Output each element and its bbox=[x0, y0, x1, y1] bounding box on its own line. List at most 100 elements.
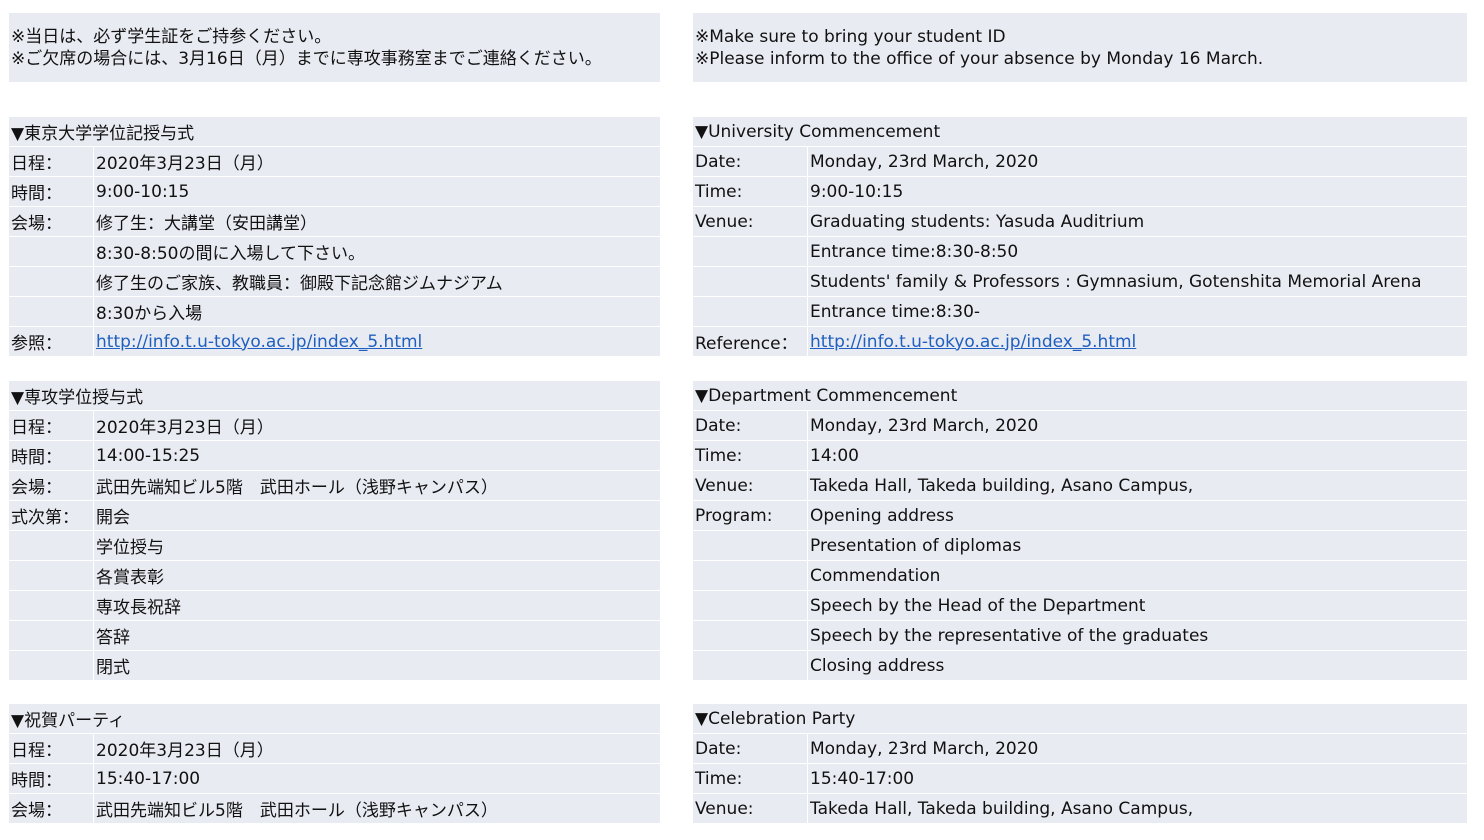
table-row: 日程： 2020年3月23日（月） bbox=[9, 734, 660, 764]
row-label bbox=[9, 531, 94, 560]
section-title: ▼Department Commencement bbox=[693, 381, 1467, 411]
row-label bbox=[693, 651, 808, 680]
reference-link[interactable]: http://info.t.u-tokyo.ac.jp/index_5.html bbox=[808, 332, 1136, 352]
row-label: Venue: bbox=[693, 207, 808, 236]
table-row: 時間： 15:40-17:00 bbox=[9, 764, 660, 794]
section-department: ▼専攻学位授与式 日程： 2020年3月23日（月） 時間： 14:00-15:25 会場… bbox=[9, 381, 660, 681]
row-value: 2020年3月23日（月） bbox=[96, 418, 274, 438]
notice-box: ※Make sure to bring your student ID ※Ple… bbox=[693, 13, 1467, 82]
row-label bbox=[9, 561, 94, 590]
row-label bbox=[693, 237, 808, 266]
row-label: Date: bbox=[693, 147, 808, 176]
row-label: 時間： bbox=[9, 441, 94, 470]
notice-line: ※ご欠席の場合には、3月16日（月）までに専攻事務室までご連絡ください。 bbox=[11, 49, 602, 69]
row-value: 9:00-10:15 bbox=[96, 181, 190, 202]
table-row: 専攻長祝辞 bbox=[9, 591, 660, 621]
table-row: Reference： http://info.t.u-tokyo.ac.jp/in… bbox=[693, 327, 1467, 357]
row-value: Monday, 23rd March, 2020 bbox=[810, 151, 1039, 172]
row-value: 8:30から入場 bbox=[96, 304, 203, 324]
table-row: Venue: Takeda Hall, Takeda building, Asan… bbox=[693, 471, 1467, 501]
row-value: Entrance time:8:30-8:50 bbox=[810, 241, 1019, 262]
row-label: 会場： bbox=[9, 207, 94, 236]
table-row: Time: 15:40-17:00 bbox=[693, 764, 1467, 794]
table-row: 8:30から入場 bbox=[9, 297, 660, 327]
row-label: 会場： bbox=[9, 471, 94, 500]
row-value: Opening address bbox=[810, 505, 954, 526]
table-row: Presentation of diplomas bbox=[693, 531, 1467, 561]
reference-link[interactable]: http://info.t.u-tokyo.ac.jp/index_5.html bbox=[94, 332, 422, 352]
table-row: 参照： http://info.t.u-tokyo.ac.jp/index_5.h… bbox=[9, 327, 660, 357]
row-label bbox=[9, 651, 94, 680]
table-row: Commendation bbox=[693, 561, 1467, 591]
row-label: Time: bbox=[693, 441, 808, 470]
section-department: ▼Department Commencement Date: Monday, 23r… bbox=[693, 381, 1467, 681]
row-value: 修了生：大講堂（安田講堂） bbox=[96, 214, 317, 234]
row-label: Venue: bbox=[693, 794, 808, 823]
row-label: Program: bbox=[693, 501, 808, 530]
row-value: 各賞表彰 bbox=[96, 568, 164, 588]
section-commencement: ▼東京大学学位記授与式 日程： 2020年3月23日（月） 時間： 9:00-10:15… bbox=[9, 117, 660, 357]
row-value: 修了生のご家族、教職員：御殿下記念館ジムナジアム bbox=[96, 274, 503, 294]
table-row: 式次第： 開会 bbox=[9, 501, 660, 531]
table-row: 各賞表彰 bbox=[9, 561, 660, 591]
row-label: Reference： bbox=[693, 327, 808, 356]
row-label bbox=[693, 591, 808, 620]
row-label: 日程： bbox=[9, 411, 94, 440]
row-value: Takeda Hall, Takeda building, Asano Camp… bbox=[810, 475, 1194, 496]
section-title: ▼Celebration Party bbox=[693, 704, 1467, 734]
row-value: 15:40-17:00 bbox=[96, 768, 201, 789]
table-row: Entrance time:8:30- bbox=[693, 297, 1467, 327]
row-label: Date: bbox=[693, 734, 808, 763]
row-value: 2020年3月23日（月） bbox=[96, 154, 274, 174]
table-row: Date: Monday, 23rd March, 2020 bbox=[693, 147, 1467, 177]
row-label: 時間： bbox=[9, 177, 94, 206]
row-value: Monday, 23rd March, 2020 bbox=[810, 738, 1039, 759]
row-label: Time: bbox=[693, 764, 808, 793]
row-label: 日程： bbox=[9, 734, 94, 763]
row-value: 学位授与 bbox=[96, 538, 164, 558]
notice-box: ※当日は、必ず学生証をご持参ください。 ※ご欠席の場合には、3月16日（月）まで… bbox=[9, 13, 660, 82]
row-label bbox=[9, 621, 94, 650]
table-row: 会場： 武田先端知ビル5階 武田ホール（浅野キャンパス） bbox=[9, 794, 660, 824]
table-row: 時間： 9:00-10:15 bbox=[9, 177, 660, 207]
table-row: Students' family & Professors : Gymnasiu… bbox=[693, 267, 1467, 297]
row-label bbox=[9, 237, 94, 266]
table-row: Time: 14:00 bbox=[693, 441, 1467, 471]
section-commencement: ▼University Commencement Date: Monday, 23r… bbox=[693, 117, 1467, 357]
row-value: 14:00-15:25 bbox=[96, 445, 201, 466]
row-value: Closing address bbox=[810, 655, 945, 676]
row-value: Speech by the Head of the Department bbox=[810, 595, 1146, 616]
row-label bbox=[9, 591, 94, 620]
notice-line: ※当日は、必ず学生証をご持参ください。 bbox=[11, 27, 332, 47]
table-row: 日程： 2020年3月23日（月） bbox=[9, 147, 660, 177]
table-row: Venue: Takeda Hall, Takeda building, Asan… bbox=[693, 794, 1467, 824]
row-label: Date: bbox=[693, 411, 808, 440]
table-row: 修了生のご家族、教職員：御殿下記念館ジムナジアム bbox=[9, 267, 660, 297]
section-party: ▼Celebration Party Date: Monday, 23rd Marc… bbox=[693, 704, 1467, 824]
table-row: Date: Monday, 23rd March, 2020 bbox=[693, 734, 1467, 764]
row-value: Students' family & Professors : Gymnasiu… bbox=[810, 271, 1422, 292]
row-value: 開会 bbox=[96, 508, 130, 528]
table-row: Speech by the Head of the Department bbox=[693, 591, 1467, 621]
row-label bbox=[693, 531, 808, 560]
row-value: 15:40-17:00 bbox=[810, 768, 915, 789]
row-label: 時間： bbox=[9, 764, 94, 793]
row-label bbox=[693, 297, 808, 326]
table-row: Venue: Graduating students: Yasuda Auditr… bbox=[693, 207, 1467, 237]
table-row: Time: 9:00-10:15 bbox=[693, 177, 1467, 207]
notice-line: ※Please inform to the office of your abs… bbox=[695, 49, 1264, 69]
row-value: 武田先端知ビル5階 武田ホール（浅野キャンパス） bbox=[96, 478, 498, 498]
table-row: 会場： 武田先端知ビル5階 武田ホール（浅野キャンパス） bbox=[9, 471, 660, 501]
row-value: 答辞 bbox=[96, 628, 130, 648]
row-label bbox=[9, 297, 94, 326]
table-row: Entrance time:8:30-8:50 bbox=[693, 237, 1467, 267]
row-label: 式次第： bbox=[9, 501, 94, 530]
table-row: 日程： 2020年3月23日（月） bbox=[9, 411, 660, 441]
row-label bbox=[693, 621, 808, 650]
table-row: Program: Opening address bbox=[693, 501, 1467, 531]
row-value: Entrance time:8:30- bbox=[810, 301, 981, 322]
row-value: 専攻長祝辞 bbox=[96, 598, 181, 618]
row-value: 14:00 bbox=[810, 445, 859, 466]
row-value: Presentation of diplomas bbox=[810, 535, 1022, 556]
row-value: Monday, 23rd March, 2020 bbox=[810, 415, 1039, 436]
